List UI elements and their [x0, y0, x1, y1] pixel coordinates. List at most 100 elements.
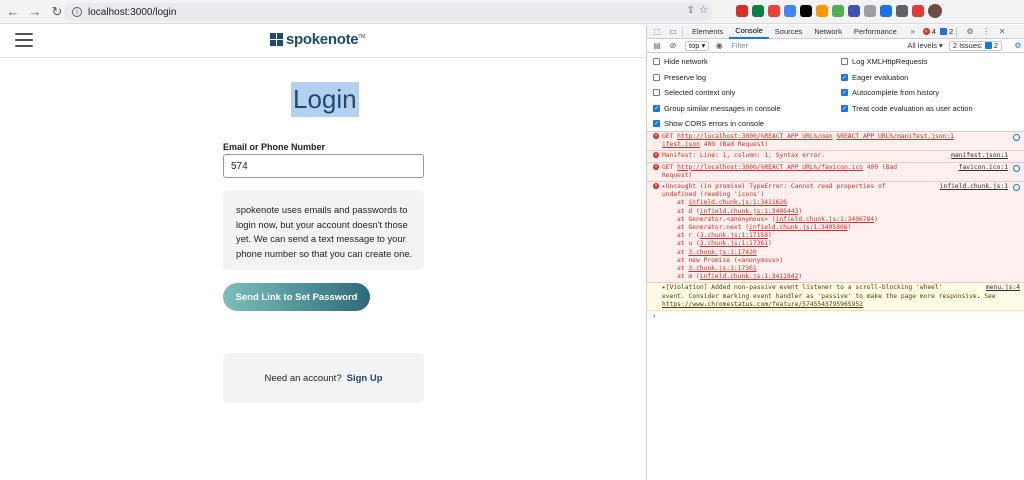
- checkbox[interactable]: ✓: [841, 104, 848, 112]
- log-text: GET: [662, 133, 674, 140]
- error-icon: ×: [653, 133, 659, 139]
- checkbox[interactable]: ✓: [841, 73, 848, 81]
- back-icon[interactable]: ←: [4, 3, 22, 21]
- eye-icon[interactable]: ◉: [713, 40, 725, 52]
- log-link[interactable]: http://localhost:3000/%REACT_APP_URL%/ma…: [677, 133, 832, 140]
- log-link[interactable]: %REACT_APP_URL%/manifest.json:1: [836, 133, 954, 140]
- signup-link[interactable]: Sign Up: [347, 373, 383, 384]
- devtools-tabbar: ⬚ ▭ Elements Console Sources Network Perform…: [647, 25, 1024, 39]
- profile-avatar[interactable]: [928, 4, 942, 18]
- email-field[interactable]: 574: [223, 154, 424, 178]
- tab-network[interactable]: Network: [808, 25, 848, 39]
- tab-elements[interactable]: Elements: [686, 25, 729, 39]
- source-link[interactable]: menu.js:4: [986, 284, 1020, 292]
- extension-icon[interactable]: [800, 5, 812, 17]
- extension-icon[interactable]: [880, 5, 892, 17]
- checkbox[interactable]: [653, 73, 660, 81]
- device-toolbar-icon[interactable]: ▭: [667, 26, 679, 38]
- checkbox[interactable]: [653, 89, 660, 96]
- forward-icon[interactable]: →: [26, 3, 44, 21]
- console-prompt[interactable]: ›: [647, 311, 1024, 323]
- address-bar[interactable]: i localhost:3000/login ⇪ ☆: [64, 3, 712, 21]
- spokenote-logo[interactable]: spokenoteTM: [270, 31, 365, 48]
- extension-icon[interactable]: [912, 5, 924, 17]
- setting-log-xmlhttprequests[interactable]: Log XMLHttpRequests: [841, 57, 927, 66]
- log-link[interactable]: ifest.json: [662, 141, 700, 148]
- clear-console-icon[interactable]: ⊘: [667, 40, 679, 52]
- bookmark-star-icon[interactable]: ☆: [699, 5, 708, 16]
- console-toolbar: ▤ ⊘ top ▾ ◉ Filter All levels ▾ 2 Issues…: [647, 39, 1024, 53]
- stack-frame: at 3.chunk.js:1:17301: [677, 265, 757, 273]
- stack-link[interactable]: infield.chunk.js:1:3406784: [776, 216, 875, 223]
- source-link[interactable]: manifest.json:1: [951, 152, 1008, 160]
- stack-link[interactable]: 3.chunk.js:1:17301: [688, 265, 756, 272]
- site-info-icon[interactable]: i: [72, 7, 82, 17]
- stack-link[interactable]: 3.chunk.js:1:17158: [700, 232, 768, 239]
- log-link[interactable]: https://www.chromestatus.com/feature/574…: [662, 301, 863, 308]
- stack-frame: at m (infield.chunk.js:1:3411942): [677, 273, 803, 281]
- tab-console[interactable]: Console: [729, 25, 769, 39]
- stack-link[interactable]: 3.chunk.js:1:17361: [700, 240, 768, 247]
- close-icon[interactable]: ✕: [996, 26, 1008, 38]
- tab-performance[interactable]: Performance: [848, 25, 903, 39]
- setting-label: Selected context only: [664, 88, 736, 97]
- setting-treat-code-evaluation-as-user-action[interactable]: ✓ Treat code evaluation as user action: [841, 104, 973, 113]
- extension-icon[interactable]: [768, 5, 780, 17]
- send-link-button[interactable]: Send Link to Set Password: [223, 283, 370, 311]
- stack-link[interactable]: infield.chunk.js:1:3411626: [688, 199, 787, 206]
- stack-link[interactable]: 3.chunk.js:1:17420: [688, 249, 756, 256]
- stack-link[interactable]: infield.chunk.js:1:3405806: [749, 224, 848, 231]
- error-badge[interactable]: × 4: [922, 27, 936, 36]
- extension-icon[interactable]: [848, 5, 860, 17]
- extension-icon[interactable]: [896, 5, 908, 17]
- console-messages: × GET http://localhost:3000/%REACT_APP_UR…: [647, 132, 1024, 323]
- issue-icon[interactable]: [1013, 164, 1020, 172]
- setting-preserve-log[interactable]: Preserve log: [653, 73, 706, 82]
- extension-icon[interactable]: [864, 5, 876, 17]
- extension-icon[interactable]: [832, 5, 844, 17]
- warning-badge[interactable]: 2: [939, 27, 953, 36]
- issue-icon[interactable]: [1013, 184, 1020, 192]
- menu-icon[interactable]: [15, 33, 33, 51]
- gear-icon[interactable]: ⚙: [964, 26, 976, 38]
- setting-group-similar-messages-in-console[interactable]: ✓ Group similar messages in console: [653, 104, 781, 113]
- checkbox[interactable]: [841, 58, 848, 65]
- checkbox[interactable]: [653, 58, 660, 65]
- setting-show-cors-errors-in-console[interactable]: ✓ Show CORS errors in console: [653, 119, 764, 128]
- error-icon: ×: [653, 163, 659, 170]
- stack-link[interactable]: infield.chunk.js:1:3411942: [700, 273, 799, 280]
- log-text: 400 (Bad: [862, 163, 898, 171]
- inspect-icon[interactable]: ⬚: [651, 26, 663, 38]
- filter-input[interactable]: Filter: [731, 41, 907, 50]
- extension-icon[interactable]: [736, 5, 748, 17]
- checkbox[interactable]: ✓: [653, 120, 660, 127]
- error-count: 4: [931, 27, 936, 36]
- issues-button[interactable]: 2 Issues: 2: [948, 40, 1002, 51]
- extension-icon[interactable]: [816, 5, 828, 17]
- levels-dropdown[interactable]: All levels ▾: [907, 41, 942, 50]
- more-tabs-icon[interactable]: »: [907, 26, 919, 38]
- setting-selected-context-only[interactable]: Selected context only: [653, 88, 735, 97]
- browser-toolbar: ← → ↻ i localhost:3000/login ⇪ ☆: [0, 0, 1024, 24]
- setting-autocomplete-from-history[interactable]: ✓ Autocomplete from history: [841, 88, 939, 97]
- checkbox[interactable]: ✓: [653, 104, 660, 112]
- checkbox[interactable]: ✓: [841, 89, 848, 96]
- log-text: 400 (Bad Request): [699, 141, 769, 149]
- extension-icon[interactable]: [784, 5, 796, 17]
- source-link[interactable]: infield.chunk.js:1: [940, 183, 1008, 191]
- setting-hide-network[interactable]: Hide network: [653, 57, 708, 66]
- issues-count: 2: [993, 41, 998, 50]
- issue-icon[interactable]: [1013, 134, 1020, 141]
- console-error: × GET http://localhost:3000/%REACT_APP_UR…: [647, 162, 1024, 183]
- tab-sources[interactable]: Sources: [769, 25, 809, 39]
- gear-icon[interactable]: ⚙: [1012, 40, 1024, 52]
- stack-link[interactable]: infield.chunk.js:1:3405443: [700, 208, 799, 215]
- sidebar-toggle-icon[interactable]: ▤: [651, 40, 663, 52]
- extension-icon[interactable]: [752, 5, 764, 17]
- source-link[interactable]: favicon.ico:1: [959, 164, 1008, 172]
- log-link[interactable]: http://localhost:3000/%REACT_APP_URL%/fa…: [677, 164, 863, 171]
- context-select[interactable]: top ▾: [685, 40, 710, 51]
- kebab-menu-icon[interactable]: ⋮: [980, 26, 992, 38]
- share-icon[interactable]: ⇪: [687, 5, 695, 16]
- setting-eager-evaluation[interactable]: ✓ Eager evaluation: [841, 73, 908, 82]
